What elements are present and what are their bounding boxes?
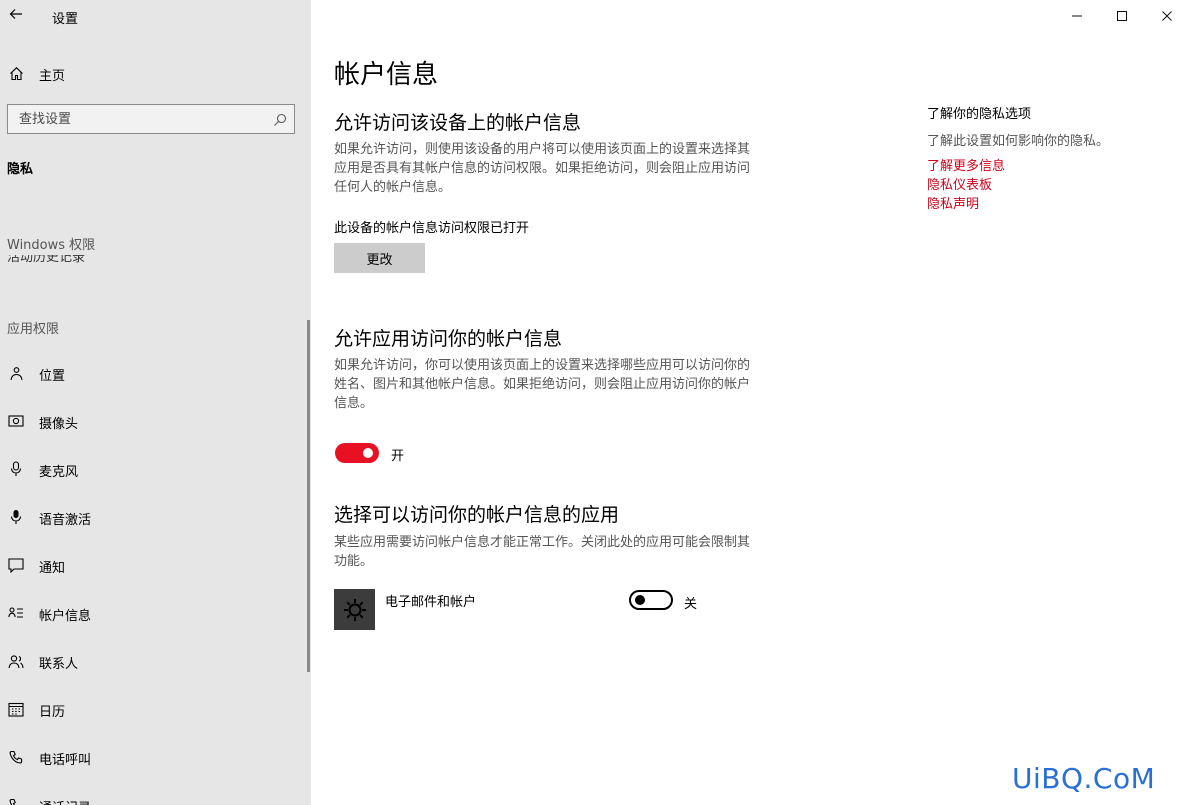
microphone-icon [8, 461, 24, 477]
app-toggle-mail-accounts[interactable] [629, 590, 673, 610]
watermark: UiBQ.CoM [1012, 762, 1156, 795]
sidebar-item-label: 日历 [39, 705, 66, 720]
location-icon [8, 365, 24, 381]
sidebar-item-voice-activation[interactable]: 语音激活 [0, 497, 305, 537]
sidebar-item-notifications[interactable]: 通知 [0, 545, 305, 585]
sidebar-item-location[interactable]: 位置 [0, 353, 305, 393]
voice-activation-icon [8, 509, 24, 525]
privacy-options-title: 了解你的隐私选项 [927, 107, 1032, 122]
group-app-permissions: 应用权限 [7, 322, 60, 337]
change-button[interactable]: 更改 [334, 243, 425, 273]
app-access-toggle-label: 开 [391, 449, 405, 464]
section-choose-apps-heading: 选择可以访问你的帐户信息的应用 [334, 504, 620, 526]
sidebar-item-label: 联系人 [39, 657, 79, 672]
section-app-access-heading: 允许应用访问你的帐户信息 [334, 328, 563, 350]
description-line: 如果允许访问，你可以使用该页面上的设置来选择哪些应用可以访问你的 [334, 358, 751, 373]
section-device-access-heading: 允许访问该设备上的帐户信息 [334, 112, 582, 134]
sidebar-item-microphone[interactable]: 麦克风 [0, 449, 305, 489]
sidebar-item-phone-calls[interactable]: 电话呼叫 [0, 737, 305, 777]
search-input[interactable] [8, 105, 294, 133]
description-line: 应用是否具有其帐户信息的访问权限。如果拒绝访问，则会阻止应用访问 [334, 161, 751, 176]
sidebar-item-label: 语音激活 [39, 513, 92, 528]
main-content: 帐户信息 允许访问该设备上的帐户信息 如果允许访问，则使用该设备的用户将可以使用… [311, 0, 1184, 805]
sidebar-item-account-info[interactable]: 帐户信息 [0, 593, 305, 633]
page-title: 帐户信息 [334, 60, 439, 90]
description-line: 任何人的帐户信息。 [334, 180, 452, 195]
app-tile-mail-accounts [334, 589, 375, 630]
sidebar: 设置 主页 隐私 Windows 权限 活动历史记录 应用权限 位置 摄像头 麦… [0, 0, 311, 805]
section-choose-apps-description: 某些应用需要访问帐户信息才能正常工作。关闭此处的应用可能会限制其 功能。 [334, 533, 786, 571]
home-icon [8, 65, 24, 81]
section-privacy-title: 隐私 [7, 162, 34, 177]
account-info-icon [8, 605, 24, 621]
description-line: 某些应用需要访问帐户信息才能正常工作。关闭此处的应用可能会限制其 [334, 535, 751, 550]
sidebar-item-label: 位置 [39, 369, 66, 384]
sidebar-item-label: 摄像头 [39, 417, 79, 432]
sidebar-item-label: 帐户信息 [39, 609, 92, 624]
sidebar-item-label: 电话呼叫 [39, 753, 92, 768]
description-line: 功能。 [334, 554, 374, 569]
back-button[interactable] [6, 6, 26, 26]
nav-home[interactable]: 主页 [0, 58, 311, 88]
privacy-dashboard-link[interactable]: 隐私仪表板 [927, 174, 992, 193]
back-arrow-icon [9, 9, 22, 19]
sidebar-scrollbar[interactable] [307, 320, 310, 672]
search-icon[interactable] [273, 112, 287, 126]
camera-icon [8, 413, 24, 429]
privacy-options-text: 了解此设置如何影响你的隐私。 [927, 134, 1110, 149]
description-line: 姓名、图片和其他帐户信息。如果拒绝访问，则会阻止应用访问你的帐户 [334, 377, 751, 392]
description-line: 如果允许访问，则使用该设备的用户将可以使用该页面上的设置来选择其 [334, 142, 751, 157]
contacts-icon [8, 653, 24, 669]
description-line: 信息。 [334, 396, 374, 411]
sidebar-item-label: 通话记录 [39, 797, 91, 805]
title-bar: 设置 [0, 0, 311, 32]
device-access-status: 此设备的帐户信息访问权限已打开 [334, 221, 530, 236]
phone-icon [8, 749, 24, 765]
toggle-knob [363, 448, 373, 458]
app-title: 设置 [52, 12, 79, 27]
sidebar-item-label: 通知 [39, 561, 66, 576]
section-app-access-description: 如果允许访问，你可以使用该页面上的设置来选择哪些应用可以访问你的 姓名、图片和其… [334, 356, 786, 413]
learn-more-link[interactable]: 了解更多信息 [927, 155, 1005, 174]
sidebar-item-label: 麦克风 [39, 465, 79, 480]
app-access-toggle[interactable] [335, 443, 379, 463]
notification-icon [8, 557, 24, 573]
privacy-statement-link[interactable]: 隐私声明 [927, 193, 979, 212]
app-toggle-label: 关 [684, 597, 698, 612]
gear-icon [343, 598, 366, 621]
nav-home-label: 主页 [39, 69, 66, 84]
section-device-access-description: 如果允许访问，则使用该设备的用户将可以使用该页面上的设置来选择其 应用是否具有其… [334, 140, 786, 197]
toggle-knob [635, 595, 645, 605]
search-box[interactable] [7, 104, 295, 134]
calendar-icon [8, 701, 24, 717]
call-history-icon [8, 797, 24, 805]
sidebar-item-call-history[interactable]: 通话记录 [0, 785, 305, 805]
group-windows-permissions: Windows 权限 [7, 238, 96, 253]
sidebar-item-camera[interactable]: 摄像头 [0, 401, 305, 441]
sidebar-item-contacts[interactable]: 联系人 [0, 641, 305, 681]
sidebar-item-calendar[interactable]: 日历 [0, 689, 305, 729]
app-name: 电子邮件和帐户 [385, 595, 477, 610]
clipped-nav-label: 活动历史记录 [7, 255, 86, 265]
clipped-nav-item[interactable]: 活动历史记录 [7, 255, 297, 267]
